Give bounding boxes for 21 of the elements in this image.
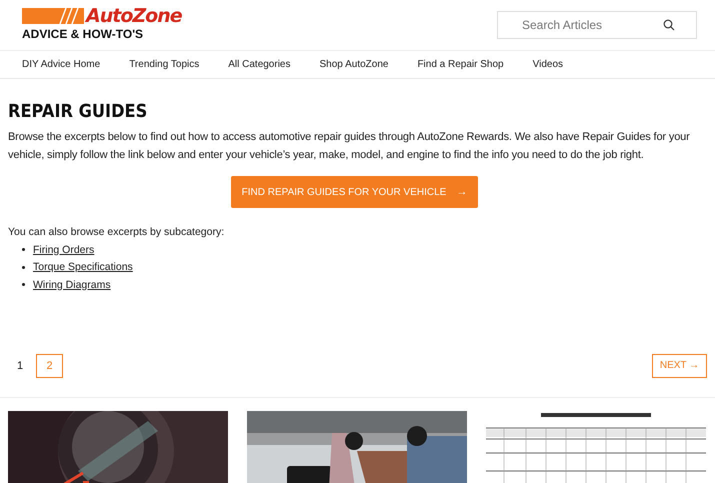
nav-link[interactable]: Videos xyxy=(532,59,564,70)
current-page[interactable]: 1 xyxy=(13,354,27,376)
subcategory-link[interactable]: Firing Orders xyxy=(33,244,94,256)
logo-stripes-icon xyxy=(22,8,84,24)
nav-link[interactable]: All Categories xyxy=(228,59,290,70)
nav-link[interactable]: Trending Topics xyxy=(129,59,200,70)
page-title: REPAIR GUIDES xyxy=(8,101,148,122)
nav-link[interactable]: Shop AutoZone xyxy=(320,59,388,70)
bullet-icon xyxy=(22,283,25,286)
search-icon xyxy=(663,19,675,31)
nav-link[interactable]: DIY Advice Home xyxy=(22,59,100,70)
subcategory-link[interactable]: Torque Specifications xyxy=(33,261,133,274)
nav-link[interactable]: Find a Repair Shop xyxy=(417,59,504,70)
subcategory-intro: You can also browse excerpts by subcategory: xyxy=(8,226,226,238)
bullet-icon xyxy=(22,248,25,252)
intro-paragraph: Browse the excerpts below to find out how to access automotive repair guides through AutoZone Rewards. We also have Repair Guides for your vehicle, simply follow the link below and enter your vehicle’s year, make, model, and engine to find the info you need to do the job right. xyxy=(8,130,691,163)
logo-wordmark: AutoZone xyxy=(86,8,182,24)
logo-tagline: ADVICE & HOW-TO'S xyxy=(22,26,144,40)
subcategory-link[interactable]: Wiring Diagrams xyxy=(33,278,111,291)
bullet-icon xyxy=(22,266,25,269)
search-field[interactable]: Search Articles xyxy=(497,11,697,39)
